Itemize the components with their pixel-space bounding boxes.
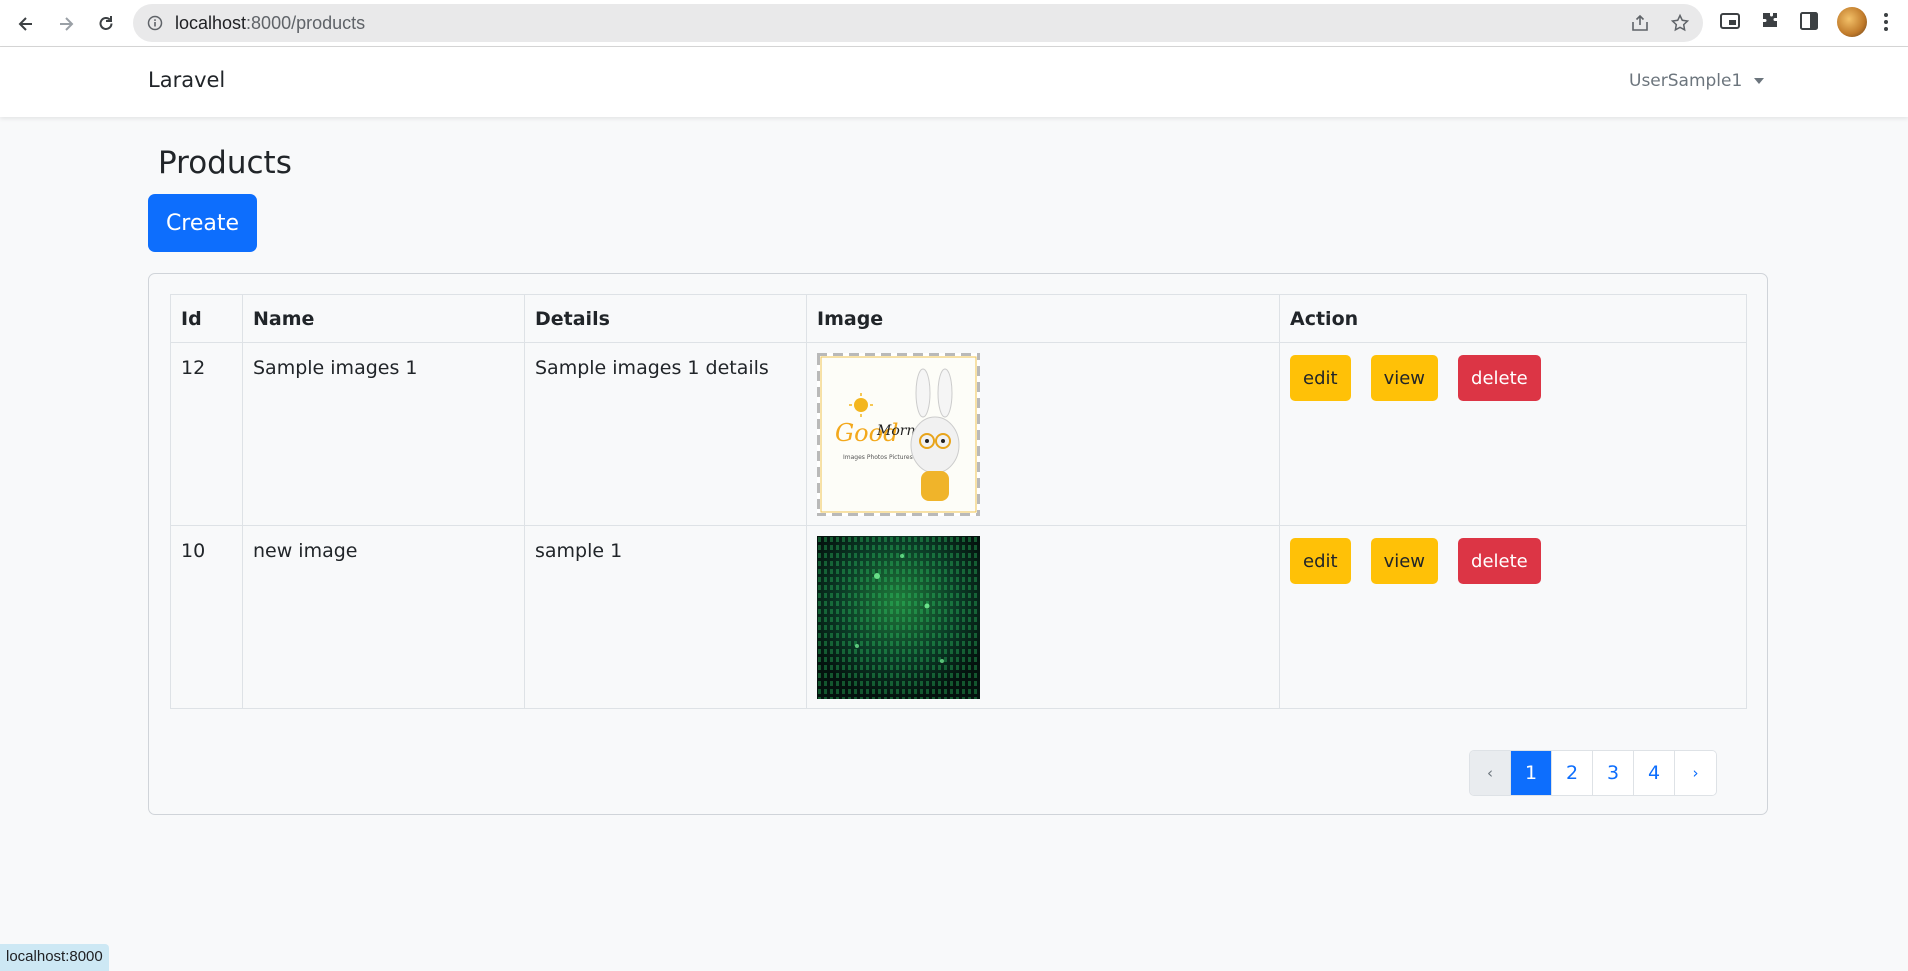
site-info-icon[interactable]	[147, 15, 163, 31]
cell-image: Good Morning Images Photos Pictures	[806, 342, 1280, 526]
header-action: Action	[1279, 294, 1747, 343]
profile-avatar[interactable]	[1837, 7, 1867, 37]
cell-actions: edit view delete	[1279, 342, 1747, 526]
caret-down-icon	[1754, 78, 1765, 84]
extensions-puzzle-icon[interactable]	[1759, 10, 1781, 32]
cell-details: Sample images 1 details	[524, 342, 807, 526]
app-navbar: Laravel UserSample1	[0, 47, 1908, 117]
cell-image	[806, 525, 1280, 709]
pagination-page-2[interactable]: 2	[1552, 751, 1593, 795]
browser-menu-icon[interactable]	[1876, 10, 1896, 34]
table-row: 10 new image sample 1 edit view delete	[170, 525, 1747, 709]
pagination-page-1[interactable]: 1	[1511, 751, 1552, 795]
view-button[interactable]: view	[1370, 538, 1439, 584]
svg-text:Images Photos Pictures: Images Photos Pictures	[843, 454, 913, 461]
pagination-next[interactable]: ›	[1675, 751, 1716, 795]
create-button[interactable]: Create	[148, 194, 257, 252]
edit-button[interactable]: edit	[1290, 538, 1351, 584]
delete-button[interactable]: delete	[1458, 538, 1541, 584]
cell-details: sample 1	[524, 525, 807, 709]
page-title: Products	[158, 145, 292, 181]
url-path: :8000/products	[246, 13, 366, 33]
cell-name: new image	[242, 525, 525, 709]
reload-icon[interactable]	[90, 8, 122, 40]
forward-icon[interactable]	[50, 8, 82, 40]
header-id: Id	[170, 294, 243, 343]
user-name: UserSample1	[1629, 71, 1743, 91]
table-row: 12 Sample images 1 Sample images 1 detai…	[170, 342, 1747, 526]
share-icon[interactable]	[1630, 13, 1650, 33]
product-image-green-matrix	[817, 536, 980, 699]
url-host: localhost	[175, 13, 247, 33]
delete-button[interactable]: delete	[1458, 355, 1541, 401]
products-table: Id Name Details Image Action 12 Sample i…	[170, 294, 1747, 709]
bookmark-star-icon[interactable]	[1670, 13, 1690, 33]
address-bar[interactable]: localhost:8000/products	[133, 4, 1703, 42]
user-dropdown[interactable]: UserSample1	[1629, 71, 1765, 91]
cell-id: 10	[170, 525, 243, 709]
header-details: Details	[524, 294, 807, 343]
pagination-prev: ‹	[1470, 751, 1511, 795]
table-header-row: Id Name Details Image Action	[170, 294, 1747, 343]
header-image: Image	[806, 294, 1280, 343]
side-panel-icon[interactable]	[1798, 10, 1820, 32]
header-name: Name	[242, 294, 525, 343]
browser-toolbar: localhost:8000/products	[0, 0, 1908, 47]
url-text[interactable]: localhost:8000/products	[175, 13, 365, 34]
cell-name: Sample images 1	[242, 342, 525, 526]
picture-in-picture-icon[interactable]	[1719, 10, 1741, 32]
edit-button[interactable]: edit	[1290, 355, 1351, 401]
product-image-good-morning: Good Morning Images Photos Pictures	[814, 350, 983, 519]
cell-id: 12	[170, 342, 243, 526]
pagination-page-4[interactable]: 4	[1634, 751, 1675, 795]
pagination: ‹ 1 2 3 4 ›	[1469, 750, 1717, 796]
back-icon[interactable]	[10, 8, 42, 40]
products-card: Id Name Details Image Action 12 Sample i…	[148, 273, 1768, 815]
pagination-page-3[interactable]: 3	[1593, 751, 1634, 795]
status-bar-url: localhost:8000	[0, 944, 109, 971]
view-button[interactable]: view	[1370, 355, 1439, 401]
cell-actions: edit view delete	[1279, 525, 1747, 709]
brand-link[interactable]: Laravel	[148, 68, 225, 92]
